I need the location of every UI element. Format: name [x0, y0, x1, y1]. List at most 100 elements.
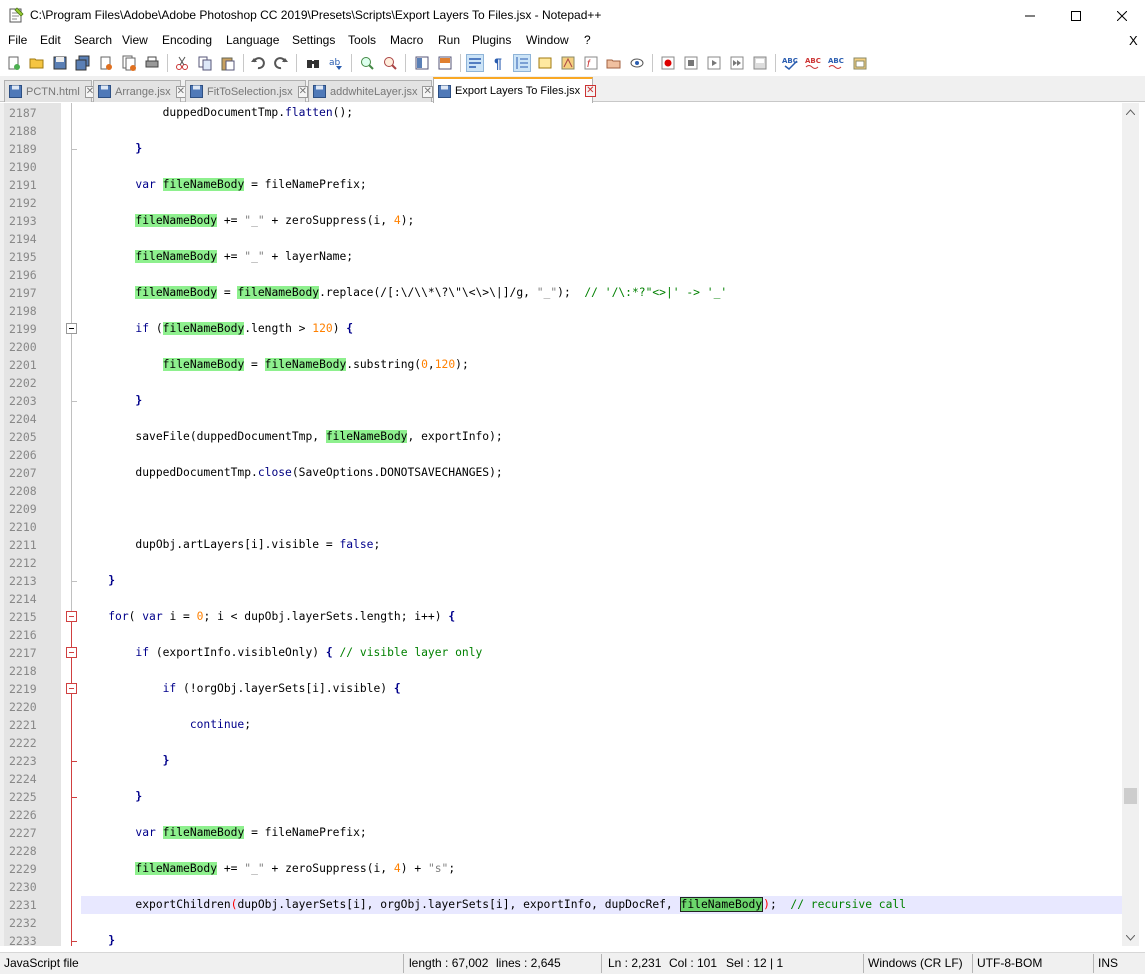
code-line[interactable]: duppedDocumentTmp.flatten(); [81, 104, 353, 122]
close-icon[interactable] [97, 54, 115, 72]
fold-end-marker [71, 581, 77, 582]
new-file-icon[interactable] [5, 54, 23, 72]
paste-icon[interactable] [219, 54, 237, 72]
code-editor[interactable]: 2187 2188 2189 2190 2191 2192 2193 2194 2195 2196… [0, 103, 1122, 946]
sync-horizontal-icon[interactable] [436, 54, 454, 72]
redo-icon[interactable] [272, 54, 290, 72]
copy-icon[interactable] [196, 54, 214, 72]
spellcheck-next-icon[interactable]: ABC [805, 54, 823, 72]
fold-margin[interactable] [61, 103, 81, 946]
function-list-icon[interactable]: f [582, 54, 600, 72]
user-language-icon[interactable] [536, 54, 554, 72]
spellcheck-icon[interactable]: ABC [782, 54, 800, 72]
code-line[interactable]: } [81, 392, 142, 410]
save-macro-icon[interactable] [751, 54, 769, 72]
play-macro-icon[interactable] [705, 54, 723, 72]
replace-icon[interactable]: ab [327, 54, 345, 72]
open-file-icon[interactable] [28, 54, 46, 72]
line-number: 2231 [9, 898, 37, 912]
menu-window[interactable]: Window [526, 33, 569, 47]
maximize-button[interactable] [1053, 0, 1099, 31]
code-line[interactable]: fileNameBody += "_" + zeroSuppress(i, 4)… [81, 212, 414, 230]
tab-addwhitelayer-jsx[interactable]: addwhiteLayer.jsx ✕ [308, 80, 433, 102]
save-all-icon[interactable] [74, 54, 92, 72]
code-line[interactable]: continue; [81, 716, 251, 734]
tab-arrange-jsx[interactable]: Arrange.jsx ✕ [93, 80, 187, 102]
scroll-up-arrow-icon[interactable] [1122, 103, 1139, 120]
menu-settings[interactable]: Settings [292, 33, 335, 47]
cut-icon[interactable] [173, 54, 191, 72]
status-eol[interactable]: Windows (CR LF) [868, 956, 963, 970]
code-line[interactable]: var fileNameBody = fileNamePrefix; [81, 824, 367, 842]
window-title: C:\Program Files\Adobe\Adobe Photoshop C… [30, 8, 602, 22]
save-icon[interactable] [51, 54, 69, 72]
code-line[interactable]: duppedDocumentTmp.close(SaveOptions.DONO… [81, 464, 502, 482]
code-line[interactable]: var fileNameBody = fileNamePrefix; [81, 176, 367, 194]
sync-vertical-icon[interactable] [413, 54, 431, 72]
fold-toggle-icon[interactable] [66, 683, 77, 694]
code-line[interactable]: } [81, 788, 142, 806]
folder-workspace-icon[interactable] [605, 54, 623, 72]
vertical-scrollbar[interactable] [1122, 103, 1139, 946]
indent-guide-icon[interactable] [513, 54, 531, 72]
menu-edit[interactable]: Edit [40, 33, 61, 47]
code-line[interactable]: exportChildren(dupObj.layerSets[i], orgO… [81, 896, 906, 914]
menu-search[interactable]: Search [74, 33, 112, 47]
zoom-out-icon[interactable] [381, 54, 399, 72]
code-line[interactable]: saveFile(duppedDocumentTmp, fileNameBody… [81, 428, 503, 446]
status-insert-mode[interactable]: INS [1098, 956, 1118, 970]
menu-run[interactable]: Run [438, 33, 460, 47]
tab-pctn-html[interactable]: PCTN.html ✕ [4, 80, 96, 102]
stop-record-icon[interactable] [682, 54, 700, 72]
code-line[interactable]: for( var i = 0; i < dupObj.layerSets.len… [81, 608, 455, 626]
code-line[interactable]: } [81, 752, 170, 770]
tab-export-layers-to-files-jsx[interactable]: Export Layers To Files.jsx ✕ [433, 77, 596, 103]
scroll-down-arrow-icon[interactable] [1122, 929, 1139, 946]
code-line[interactable]: fileNameBody = fileNameBody.replace(/[:\… [81, 284, 727, 302]
tab-fittoselection-jsx[interactable]: FitToSelection.jsx ✕ [185, 80, 308, 102]
status-encoding[interactable]: UTF-8-BOM [977, 956, 1042, 970]
code-line[interactable]: } [81, 572, 115, 590]
spellcheck-prev-icon[interactable]: ABC [828, 54, 846, 72]
tab-close-icon[interactable]: ✕ [297, 85, 308, 98]
code-line[interactable]: } [81, 932, 115, 946]
doc-map-icon[interactable] [559, 54, 577, 72]
menu-help[interactable]: ? [584, 33, 591, 47]
menu-file[interactable]: File [8, 33, 27, 47]
find-icon[interactable] [304, 54, 322, 72]
close-all-icon[interactable] [120, 54, 138, 72]
code-line[interactable]: fileNameBody += "_" + zeroSuppress(i, 4)… [81, 860, 455, 878]
print-icon[interactable] [143, 54, 161, 72]
menu-plugins[interactable]: Plugins [472, 33, 511, 47]
close-window-button[interactable] [1099, 0, 1145, 31]
minimize-button[interactable] [1007, 0, 1053, 31]
menu-tools[interactable]: Tools [348, 33, 376, 47]
menu-view[interactable]: View [122, 33, 148, 47]
code-line[interactable]: } [81, 140, 142, 158]
scrollbar-thumb[interactable] [1124, 788, 1137, 804]
fold-toggle-icon[interactable] [66, 647, 77, 658]
tab-close-icon[interactable]: ✕ [585, 85, 596, 97]
code-line[interactable]: fileNameBody += "_" + layerName; [81, 248, 353, 266]
record-macro-icon[interactable] [659, 54, 677, 72]
fold-toggle-icon[interactable] [66, 611, 77, 622]
run-macro-multiple-icon[interactable] [728, 54, 746, 72]
code-line[interactable]: if (!orgObj.layerSets[i].visible) { [81, 680, 401, 698]
fold-toggle-icon[interactable] [66, 323, 77, 334]
menu-language[interactable]: Language [226, 33, 279, 47]
tab-close-icon[interactable]: ✕ [422, 85, 433, 98]
code-line[interactable]: if (exportInfo.visibleOnly) { // visible… [81, 644, 482, 662]
notepadpp-app-icon [8, 7, 24, 23]
zoom-in-icon[interactable] [358, 54, 376, 72]
clipboard-history-icon[interactable] [851, 54, 869, 72]
code-line[interactable]: fileNameBody = fileNameBody.substring(0,… [81, 356, 469, 374]
code-line[interactable]: if (fileNameBody.length > 120) { [81, 320, 353, 338]
show-all-chars-icon[interactable]: ¶ [489, 54, 507, 72]
menu-macro[interactable]: Macro [390, 33, 423, 47]
undo-icon[interactable] [249, 54, 267, 72]
close-document-button[interactable]: X [1129, 33, 1138, 48]
monitoring-icon[interactable] [628, 54, 646, 72]
menu-encoding[interactable]: Encoding [162, 33, 212, 47]
word-wrap-icon[interactable] [466, 54, 484, 72]
code-line[interactable]: dupObj.artLayers[i].visible = false; [81, 536, 380, 554]
